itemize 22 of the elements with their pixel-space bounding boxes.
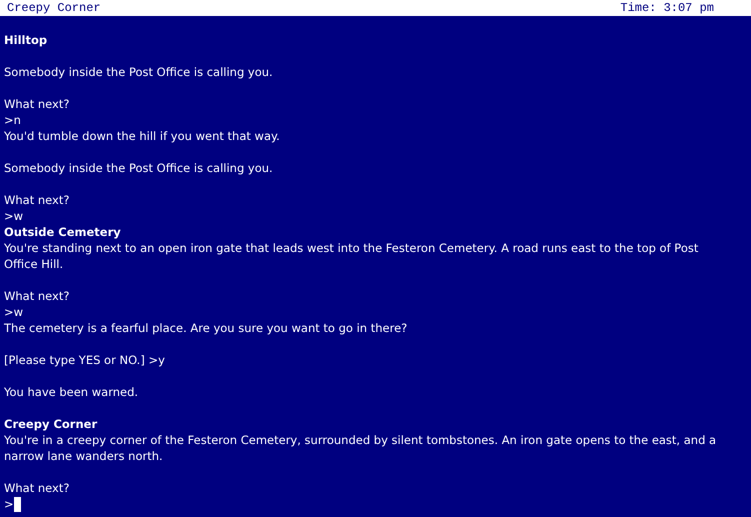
story-text: What next?	[4, 288, 70, 304]
text-cursor[interactable]	[14, 496, 21, 512]
story-text: Somebody inside the Post Office is calling you.	[4, 160, 274, 176]
player-command: >w	[4, 304, 24, 320]
room-heading: Hilltop	[4, 32, 48, 48]
story-text: You're in a creepy corner of the Festeron Cemetery, surrounded by silent tombstones. An iron gate opens to the east, and a narrow lane wanders north.	[4, 432, 718, 464]
story-text: You're standing next to an open iron gate that leads west into the Festeron Cemetery. A road runs east to the top of Post Office Hill.	[4, 240, 700, 272]
story-text: What next?	[4, 480, 70, 496]
story-text: [Please type YES or NO.] >y	[4, 352, 166, 368]
location-name: Creepy Corner	[7, 0, 101, 16]
story-text: You have been warned.	[4, 384, 140, 400]
story-text: What next?	[4, 192, 70, 208]
story-text: You'd tumble down the hill if you went that way.	[4, 128, 281, 144]
story-text: The cemetery is a fearful place. Are you sure you want to go in there?	[4, 320, 408, 336]
room-heading: Outside Cemetery	[4, 224, 122, 240]
command-prompt: >	[4, 496, 14, 512]
story-text: What next?	[4, 96, 70, 112]
room-heading: Creepy Corner	[4, 416, 98, 432]
player-command: >w	[4, 208, 24, 224]
story-text: Somebody inside the Post Office is calling you.	[4, 64, 274, 80]
player-command: >n	[4, 112, 22, 128]
game-time: Time: 3:07 pm	[620, 0, 714, 16]
